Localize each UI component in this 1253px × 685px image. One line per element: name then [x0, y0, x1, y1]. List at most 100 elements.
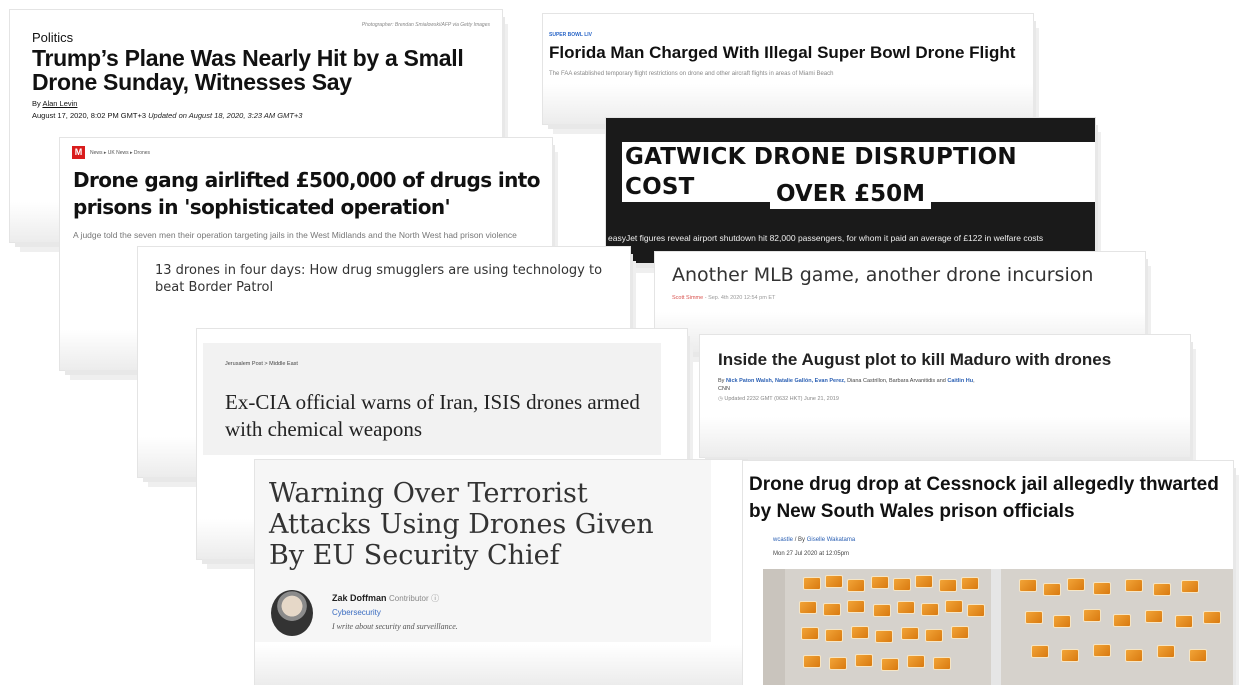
- by-prefix: By: [718, 378, 725, 384]
- bag: [1083, 609, 1101, 622]
- author-role: Contributor: [389, 594, 429, 603]
- bag: [961, 577, 979, 590]
- bag: [915, 575, 933, 588]
- bag: [825, 629, 843, 642]
- bag: [933, 657, 951, 670]
- kicker[interactable]: SUPER BOWL LIV: [549, 32, 592, 38]
- article-card-cessnock[interactable]: Drone drug drop at Cessnock jail alleged…: [743, 461, 1233, 685]
- subhead: The FAA established temporary flight res…: [549, 71, 834, 77]
- bag: [847, 579, 865, 592]
- byline: By Alan Levin: [32, 99, 77, 108]
- bag: [967, 604, 985, 617]
- bag: [1061, 649, 1079, 662]
- headline[interactable]: Ex-CIA official warns of Iran, ISIS dron…: [225, 389, 655, 443]
- headline[interactable]: Drone drug drop at Cessnock jail alleged…: [749, 471, 1219, 525]
- byline: Scott Simme - Sep. 4th 2020 12:54 pm ET: [672, 295, 775, 301]
- byline: wcastle / By Giselle Wakatama: [773, 537, 855, 543]
- bag: [829, 657, 847, 670]
- bag: [1053, 615, 1071, 628]
- dateline: ◷ Updated 2232 GMT (0632 HKT) June 21, 2…: [718, 396, 839, 402]
- article-card-gatwick[interactable]: GATWICK DRONE DISRUPTION COST OVER £50M …: [606, 118, 1095, 263]
- avatar[interactable]: [271, 590, 313, 636]
- bag: [907, 655, 925, 668]
- by-prefix: By: [32, 99, 41, 108]
- breadcrumb[interactable]: Jerusalem Post > Middle East: [225, 361, 298, 367]
- headline[interactable]: Inside the August plot to kill Maduro wi…: [718, 350, 1111, 370]
- bag: [847, 600, 865, 613]
- bag: [939, 579, 957, 592]
- author-link[interactable]: Caitlin Hu: [947, 378, 973, 384]
- bag: [801, 627, 819, 640]
- byline: By Nick Paton Walsh, Natalie Gallón, Eva…: [718, 377, 988, 393]
- bag: [875, 630, 893, 643]
- headline[interactable]: Florida Man Charged With Illegal Super B…: [549, 43, 1015, 63]
- bag: [873, 604, 891, 617]
- author-link[interactable]: Scott Simme: [672, 295, 703, 301]
- category-label[interactable]: Politics: [32, 30, 73, 45]
- bag: [951, 626, 969, 639]
- headline-line-2[interactable]: OVER £50M: [770, 179, 932, 209]
- dateline: August 17, 2020, 8:02 PM GMT+3 Updated o…: [32, 111, 302, 120]
- bag: [925, 629, 943, 642]
- headline[interactable]: Drone gang airlifted £500,000 of drugs i…: [73, 167, 543, 221]
- article-card-maduro[interactable]: Inside the August plot to kill Maduro wi…: [700, 335, 1190, 457]
- bag: [803, 577, 821, 590]
- article-card-eu-security[interactable]: Warning Over Terrorist Attacks Using Dro…: [255, 460, 747, 685]
- bag: [1125, 649, 1143, 662]
- bag: [921, 603, 939, 616]
- publish-date: - Sep. 4th 2020 12:54 pm ET: [703, 295, 776, 301]
- bag: [1025, 611, 1043, 624]
- updated-date: Updated 2232 GMT (0632 HKT) June 21, 201…: [724, 396, 839, 402]
- headline[interactable]: Warning Over Terrorist Attacks Using Dro…: [269, 478, 669, 571]
- bag: [893, 578, 911, 591]
- bag: [897, 601, 915, 614]
- headline[interactable]: Trump’s Plane Was Nearly Hit by a Small …: [32, 46, 472, 94]
- publish-date: Mon 27 Jul 2020 at 12:05pm: [773, 551, 850, 557]
- headline[interactable]: 13 drones in four days: How drug smuggle…: [155, 262, 625, 296]
- authors-plain: Diana Castrillon, Barbara Arvanitidis an…: [845, 378, 948, 384]
- drug-bags-photo: [763, 569, 1233, 685]
- bag: [1031, 645, 1049, 658]
- article-card-super-bowl[interactable]: SUPER BOWL LIV Florida Man Charged With …: [543, 14, 1033, 124]
- headline[interactable]: Another MLB game, another drone incursio…: [672, 264, 1093, 286]
- bag: [1157, 645, 1175, 658]
- author-links[interactable]: Nick Paton Walsh, Natalie Gallón, Evan P…: [726, 378, 846, 384]
- bag: [825, 575, 843, 588]
- bag: [799, 601, 817, 614]
- info-icon[interactable]: ⓘ: [431, 594, 439, 603]
- bag: [1113, 614, 1131, 627]
- author-link[interactable]: Zak Doffman: [332, 593, 387, 603]
- photo-left-edge: [763, 569, 785, 685]
- bag: [1181, 580, 1199, 593]
- bag: [1153, 583, 1171, 596]
- mirror-logo-icon[interactable]: M: [72, 146, 85, 159]
- author-about: I write about security and surveillance.: [332, 622, 458, 631]
- bag: [1067, 578, 1085, 591]
- bag: [1093, 644, 1111, 657]
- bag: [1019, 579, 1037, 592]
- bag: [851, 626, 869, 639]
- bag: [1093, 582, 1111, 595]
- publish-date: August 17, 2020, 8:02 PM GMT+3: [32, 111, 147, 120]
- bag: [871, 576, 889, 589]
- bag: [1175, 615, 1193, 628]
- bag: [1203, 611, 1221, 624]
- author-link[interactable]: Alan Levin: [42, 99, 77, 108]
- updated-date: Updated on August 18, 2020, 3:23 AM GMT+…: [148, 111, 303, 120]
- clock-icon: ◷: [718, 396, 723, 402]
- bag: [1043, 583, 1061, 596]
- author-name: Zak Doffman Contributor ⓘ: [332, 593, 439, 604]
- bag: [1189, 649, 1207, 662]
- photo-divider: [991, 569, 1001, 685]
- section-link[interactable]: Cybersecurity: [332, 608, 381, 617]
- subhead: A judge told the seven men their operati…: [73, 230, 517, 240]
- subhead: easyJet figures reveal airport shutdown …: [608, 233, 1044, 243]
- photo-credit: Photographer: Brendan Smialowski/AFP via…: [361, 22, 490, 28]
- bag: [803, 655, 821, 668]
- bag: [823, 603, 841, 616]
- bag: [1145, 610, 1163, 623]
- location-link[interactable]: wcastle: [773, 537, 793, 543]
- breadcrumb[interactable]: News ▸ UK News ▸ Drones: [90, 150, 150, 156]
- bag: [901, 627, 919, 640]
- author-link[interactable]: Giselle Wakatama: [807, 537, 855, 543]
